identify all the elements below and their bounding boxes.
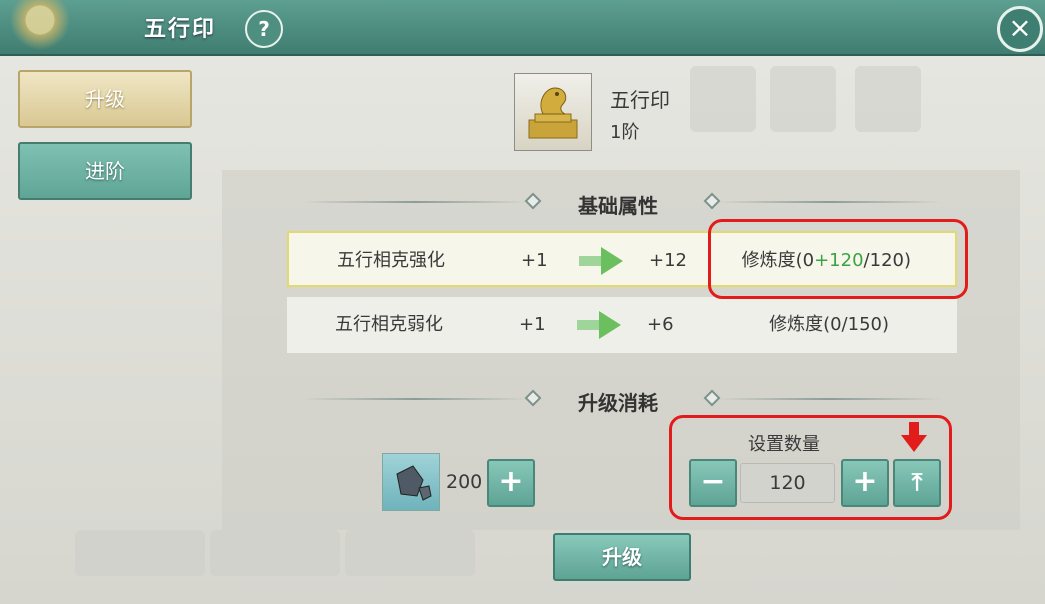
divider	[302, 398, 528, 400]
help-button[interactable]: ?	[245, 10, 283, 48]
arrow-right-icon	[579, 247, 623, 275]
divider	[716, 398, 942, 400]
quantity-label: 设置数量	[748, 434, 820, 455]
increase-quantity-button[interactable]: +	[841, 459, 889, 507]
window-title: 五行印	[144, 17, 217, 42]
arrow-right-icon	[577, 311, 621, 339]
attribute-progress: 修炼度(0/150)	[769, 314, 889, 335]
seal-item-icon	[514, 73, 592, 151]
title-bar: 五行印 ? ×	[0, 0, 1045, 56]
background-placeholder	[210, 530, 340, 576]
attribute-next: +6	[647, 314, 674, 335]
material-count: 200	[446, 471, 483, 493]
max-quantity-button[interactable]: ⤒	[893, 459, 941, 507]
add-material-button[interactable]: +	[487, 459, 535, 507]
attribute-current: +1	[521, 250, 548, 271]
attribute-row: 五行相克弱化 +1 +6 修炼度(0/150)	[287, 297, 957, 353]
attribute-name: 五行相克强化	[337, 250, 445, 271]
background-placeholder	[75, 530, 205, 576]
tab-upgrade[interactable]: 升级	[18, 70, 192, 128]
divider	[302, 201, 528, 203]
highlight-box	[708, 219, 968, 299]
attribute-next: +12	[649, 250, 687, 271]
background-placeholder	[690, 66, 756, 132]
ore-material-icon[interactable]	[382, 453, 440, 511]
attribute-name: 五行相克弱化	[335, 314, 443, 335]
item-rank: 1阶	[610, 122, 640, 143]
decrease-quantity-button[interactable]: −	[689, 459, 737, 507]
upgrade-button[interactable]: 升级	[553, 533, 691, 581]
item-name: 五行印	[610, 88, 670, 112]
attribute-current: +1	[519, 314, 546, 335]
arrow-down-icon	[901, 422, 927, 452]
section-title-base-attributes: 基础属性	[578, 194, 658, 218]
divider	[716, 201, 942, 203]
close-button[interactable]: ×	[997, 6, 1043, 52]
background-placeholder	[345, 530, 475, 576]
section-title-upgrade-cost: 升级消耗	[578, 391, 658, 415]
quantity-input[interactable]: 120	[740, 463, 835, 503]
dragon-ornament-icon	[0, 0, 120, 54]
tab-advance[interactable]: 进阶	[18, 142, 192, 200]
background-placeholder	[770, 66, 836, 132]
background-placeholder	[855, 66, 921, 132]
